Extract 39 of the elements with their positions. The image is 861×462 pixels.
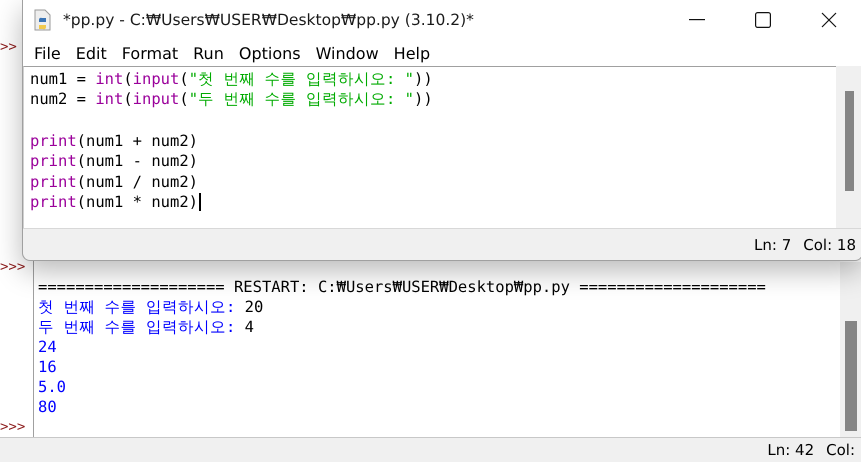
line-indicator: Ln: 42 [767,441,814,459]
code-line: print(num1 * num2) [30,193,198,212]
menu-item[interactable]: Format [116,44,188,62]
line-indicator: Ln: 7 [754,236,792,254]
program-output: 16 [38,358,57,376]
code-editor[interactable]: num1 = int(input("첫 번째 수를 입력하시오: ")) num2 = int(input("두 번째 수를 입력하시오: ")) print(num1 + num2) print(num1 - num2) print(num1 / num2) print(num1 * num2) [23,66,836,228]
restart-message: ==================== RESTART: C:₩Users₩USER₩Desktop₩pp.py ==================== [38,278,766,296]
scrollbar-thumb[interactable] [845,321,857,431]
menu-item[interactable]: Help [388,44,440,62]
window-title: *pp.py - C:₩Users₩USER₩Desktop₩pp.py (3.10.2)* [63,11,475,29]
menu-item[interactable]: File [28,44,70,62]
program-output: 80 [38,398,57,416]
maximize-icon [755,12,771,28]
scrollbar[interactable] [840,262,861,437]
python-file-icon [33,9,53,31]
program-output: 5.0 [38,378,66,396]
shell-prompt: >> [0,39,17,55]
shell-prompt: >>> [0,259,26,275]
column-indicator: Col: 18 [803,236,856,254]
menu-item[interactable]: Run [187,44,233,62]
minimize-icon [689,19,705,21]
close-icon [821,12,837,28]
input-prompt-text: 두 번째 수를 입력하시오: [38,316,236,338]
column-indicator: Col: [826,441,855,459]
shell-prompt: >>> [0,419,26,435]
text-cursor [199,193,201,212]
input-prompt-text: 첫 번째 수를 입력하시오: [38,296,236,318]
menu-item[interactable]: Options [232,44,310,62]
code-line: num2 = int(input("두 번째 수를 입력하시오: ")) [30,89,433,110]
menu-item[interactable]: Edit [70,44,116,62]
code-line: num1 = int(input("첫 번째 수를 입력하시오: ")) [30,68,433,90]
scrollbar-thumb[interactable] [845,91,854,191]
code-line: print(num1 - num2) [30,152,198,170]
input-value: 20 [244,298,264,316]
code-line: print(num1 + num2) [30,132,198,150]
menu-item[interactable]: Window [310,44,388,62]
input-value: 4 [244,318,254,336]
program-output: 24 [38,338,57,356]
code-line: print(num1 / num2) [30,172,198,191]
